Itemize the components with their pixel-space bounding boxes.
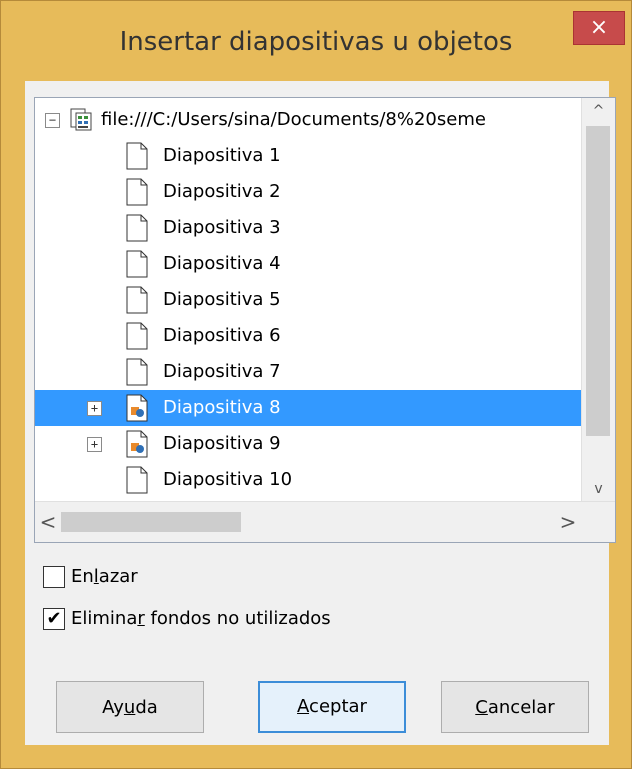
help-button[interactable]: Ayuda <box>56 681 204 733</box>
horizontal-scrollbar[interactable]: < > <box>35 501 615 542</box>
dialog-body: − file:///C:/Users/sina/Documents/8%20se… <box>25 81 616 745</box>
link-label-post: azar <box>98 566 138 587</box>
dialog-title: Insertar diapositivas u objetos <box>119 27 513 57</box>
scroll-up-icon[interactable]: ^ <box>582 98 615 124</box>
tree-item-label: Diapositiva 8 <box>163 397 281 418</box>
tree-item-label: Diapositiva 10 <box>163 469 293 490</box>
remove-bg-label-accel: r <box>137 608 145 629</box>
remove-bg-label-pre: Elimina <box>71 608 138 629</box>
cancel-button[interactable]: Cancelar <box>441 681 589 733</box>
tree-item[interactable]: Diapositiva 3 <box>35 210 581 246</box>
tree-item-label: Diapositiva 6 <box>163 325 281 346</box>
link-label[interactable]: Enlazar <box>71 564 138 590</box>
slide-tree: − file:///C:/Users/sina/Documents/8%20se… <box>34 97 616 543</box>
tree-item[interactable]: Diapositiva 5 <box>35 282 581 318</box>
scroll-left-icon[interactable]: < <box>35 502 61 542</box>
page-icon <box>125 142 149 170</box>
tree-item-label: Diapositiva 2 <box>163 181 281 202</box>
document-grid-icon <box>69 108 93 136</box>
ok-button[interactable]: Aceptar <box>258 681 406 733</box>
tree-item-label: Diapositiva 7 <box>163 361 281 382</box>
help-label-accel: u <box>123 697 136 718</box>
page-icon <box>125 286 149 314</box>
slide-object-icon <box>125 430 149 458</box>
scroll-down-icon[interactable]: v <box>582 476 615 502</box>
tree-item-label: Diapositiva 9 <box>163 433 281 454</box>
tree-item[interactable]: Diapositiva 7 <box>35 354 581 390</box>
vertical-scrollbar[interactable]: ^ v <box>581 98 615 502</box>
page-icon <box>125 250 149 278</box>
ok-label-accel: A <box>297 696 310 717</box>
remove-bg-checkbox[interactable]: ✔ <box>43 608 65 630</box>
tree-item-label: Diapositiva 3 <box>163 217 281 238</box>
slide-object-icon <box>125 394 149 422</box>
link-label-pre: En <box>71 566 94 587</box>
tree-root-row[interactable]: − file:///C:/Users/sina/Documents/8%20se… <box>35 102 581 138</box>
tree-item-label: Diapositiva 1 <box>163 145 281 166</box>
tree-item[interactable]: Diapositiva 2 <box>35 174 581 210</box>
scroll-right-icon[interactable]: > <box>555 502 581 542</box>
vertical-scroll-thumb[interactable] <box>586 126 610 436</box>
title-bar[interactable]: Insertar diapositivas u objetos × <box>1 1 631 81</box>
collapse-icon[interactable]: − <box>45 113 60 128</box>
scrollbar-corner <box>582 502 615 542</box>
link-checkbox[interactable] <box>43 566 65 588</box>
remove-bg-label-post: fondos no utilizados <box>144 608 331 629</box>
dialog-window: Insertar diapositivas u objetos × − file… <box>0 0 632 769</box>
expand-icon[interactable]: + <box>87 437 102 452</box>
tree-item[interactable]: Diapositiva 4 <box>35 246 581 282</box>
horizontal-scroll-thumb[interactable] <box>61 512 241 532</box>
page-icon <box>125 466 149 494</box>
tree-item[interactable]: Diapositiva 10 <box>35 462 581 498</box>
ok-label-post: ceptar <box>309 696 367 717</box>
tree-item-label: Diapositiva 4 <box>163 253 281 274</box>
remove-bg-label[interactable]: Eliminar fondos no utilizados <box>71 606 331 632</box>
tree-content: − file:///C:/Users/sina/Documents/8%20se… <box>35 98 581 502</box>
tree-item-selected[interactable]: + Diapositiva 8 <box>35 390 581 426</box>
tree-root-label: file:///C:/Users/sina/Documents/8%20seme <box>101 109 486 130</box>
page-icon <box>125 322 149 350</box>
close-button[interactable]: × <box>573 11 625 45</box>
tree-item[interactable]: Diapositiva 6 <box>35 318 581 354</box>
page-icon <box>125 178 149 206</box>
cancel-label-post: ancelar <box>487 697 555 718</box>
cancel-label-accel: C <box>475 697 488 718</box>
tree-item[interactable]: + Diapositiva 9 <box>35 426 581 462</box>
page-icon <box>125 358 149 386</box>
help-label-post: da <box>135 697 158 718</box>
tree-item[interactable]: Diapositiva 1 <box>35 138 581 174</box>
page-icon <box>125 214 149 242</box>
tree-item-label: Diapositiva 5 <box>163 289 281 310</box>
expand-icon[interactable]: + <box>87 401 102 416</box>
help-label-pre: Ay <box>102 697 124 718</box>
